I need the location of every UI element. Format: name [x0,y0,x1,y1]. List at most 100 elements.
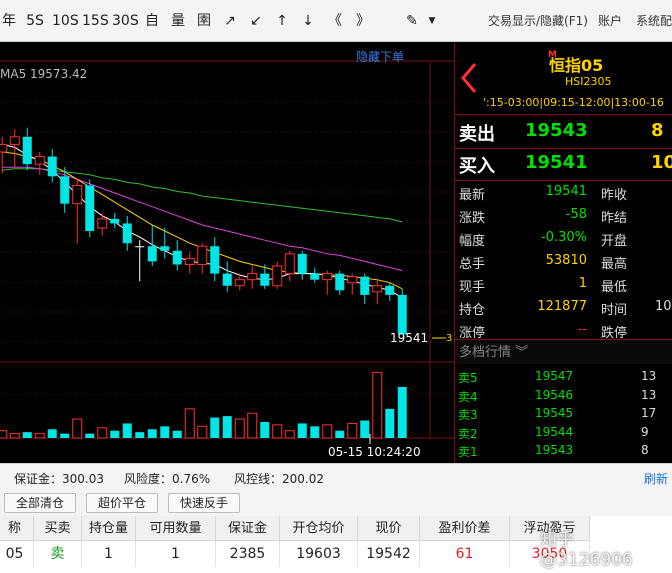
column-header[interactable]: 保证金 [216,516,280,541]
table-cell[interactable]: 61 [420,541,510,567]
quote-label-2: 最高 [601,257,628,272]
volume-bar [85,433,95,438]
volume-bar [272,424,283,439]
period-5s-button[interactable]: 5S [24,10,46,32]
depth-row[interactable]: 卖1 19543 8 [455,443,672,461]
zoom-out-arrow-icon[interactable]: ↓ [298,10,318,32]
divider [455,114,672,115]
column-header[interactable]: 称 [0,516,34,541]
candle-body [210,246,220,274]
quick-reverse-button[interactable]: 快速反手 [168,493,240,513]
depth-level: 卖2 [458,426,478,441]
volume-bar [385,408,395,438]
table-cell[interactable]: 卖 [34,541,82,567]
period-year-button[interactable]: 年 [0,10,18,32]
volume-bar [347,422,358,439]
volume-bar [197,425,208,439]
candle-body [72,184,83,205]
column-header[interactable]: 浮动盈亏 [510,516,590,541]
depth-row[interactable]: 卖5 19547 13 [455,369,672,387]
trading-window: 年 5S 10S 15S 30S 自 量 圉 ↗ ↙ ↑ ↓ 《 》 ✎ ▼ 交… [0,0,672,573]
depth-quote-header[interactable]: 多档行情 ︾ [455,342,672,364]
scroll-right-icon[interactable]: 》 [352,10,374,32]
toggle-trade-display-menu[interactable]: 交易显示/隐藏(F1) [488,12,588,30]
volume-bar [97,427,108,439]
hide-order-link[interactable]: 隐藏下单 [356,48,404,65]
zoom-in-arrow-icon[interactable]: ↑ [272,10,292,32]
over-price-close-button[interactable]: 超价平仓 [86,493,158,513]
column-header[interactable]: 可用数量 [136,516,216,541]
volume-bar [0,430,8,439]
candle-body [197,245,208,265]
quote-label-2: 时间 [601,303,628,318]
volume-bar [310,426,320,438]
depth-price: 19544 [535,424,574,439]
candle-body [397,294,407,335]
last-price-label: 19541 [390,331,428,345]
kline-chart[interactable]: 19541 3 05-15 10:24:20 隐藏下单 MA5 19573.42 [0,42,454,463]
period-15s-button[interactable]: 15S [82,10,109,32]
volume-bar [72,418,83,439]
candle-body [110,218,120,224]
quote-label: 总手 [459,257,486,272]
table-cell[interactable]: 1 [136,541,216,567]
quote-label: 现手 [459,280,486,295]
expand-icon[interactable]: ↗ [220,10,240,32]
table-cell[interactable]: 3050 [510,541,590,567]
table-cell[interactable]: 2385 [216,541,280,567]
depth-level: 卖5 [458,371,478,385]
volume-bar [260,421,270,438]
table-cell[interactable]: 19603 [280,541,358,567]
refresh-link[interactable]: 刷新 [644,470,668,487]
column-header[interactable]: 持仓量 [82,516,136,541]
candle-body [122,223,132,244]
margin-text: 保证金：300.03 [14,472,104,486]
quote-value-2: 10 [655,299,672,314]
period-30s-button[interactable]: 30S [112,10,139,32]
table-cell[interactable]: 05 [0,541,34,567]
candle-body [222,273,232,286]
depth-qty: 13 [641,369,657,383]
divider [455,339,672,340]
column-header[interactable]: 现价 [358,516,420,541]
quote-value: 1 [578,276,587,291]
symbol-name: 恒指05 [549,56,604,75]
depth-level: 卖3 [458,408,478,422]
candle-body [260,273,270,286]
chevron-down-icon[interactable]: ▼ [426,10,438,32]
candle-body [97,218,108,229]
back-arrow-icon[interactable] [457,60,481,96]
overlay-button[interactable]: 圉 [194,10,214,32]
kline-canvas[interactable]: 19541 3 05-15 10:24:20 [0,42,454,463]
quote-value: -58 [565,207,587,222]
custom-period-button[interactable]: 自 [142,10,162,32]
depth-row[interactable]: 卖4 19546 13 [455,388,672,406]
candle-body [247,273,258,281]
scroll-left-icon[interactable]: 《 [324,10,346,32]
account-menu[interactable]: 账户 [598,12,622,30]
account-bar: 保证金：300.03 风险度：0.76% 风控线：200.02 刷新 [0,463,672,489]
close-all-button[interactable]: 全部清仓 [4,493,76,513]
system-config-menu[interactable]: 系统配 [636,12,672,30]
quote-value: 121877 [537,299,587,314]
depth-row[interactable]: 卖3 19545 17 [455,406,672,424]
quote-label: 涨跌 [459,211,486,226]
depth-row[interactable]: 卖2 19544 9 [455,425,672,443]
buy-price[interactable]: 19541 [525,152,588,173]
shrink-icon[interactable]: ↙ [246,10,266,32]
column-header[interactable]: 开仓均价 [280,516,358,541]
trading-sessions: ':15-03:00|09:15-12:00|13:00-16 [483,96,664,109]
volume-bar [34,433,45,439]
sell-price[interactable]: 19543 [525,120,588,141]
candle-body [160,246,170,251]
table-cell[interactable]: 19542 [358,541,420,567]
volume-bar [22,432,32,438]
draw-pen-icon[interactable]: ✎ [402,10,422,32]
candle-body [0,143,8,153]
column-header[interactable]: 买卖 [34,516,82,541]
table-cell[interactable]: 1 [82,541,136,567]
period-10s-button[interactable]: 10S [52,10,79,32]
candle-body [60,176,70,204]
volume-button[interactable]: 量 [168,10,188,32]
column-header[interactable]: 盈利价差 [420,516,510,541]
